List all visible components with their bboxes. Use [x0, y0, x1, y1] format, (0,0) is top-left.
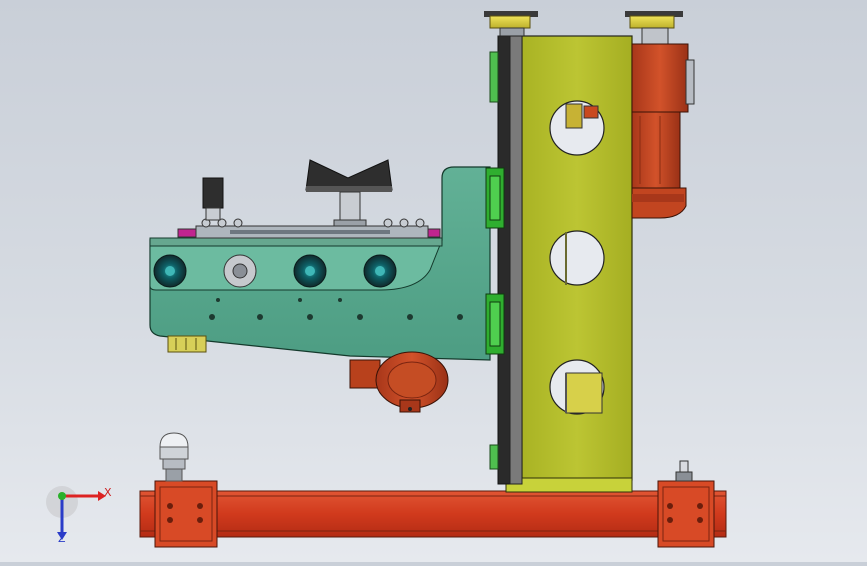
- vertical-column: [505, 35, 633, 493]
- column-linear-rail: [489, 35, 523, 485]
- clamp-cylinder: [202, 177, 224, 221]
- column-top-gear-right: [625, 11, 683, 45]
- dome-sensor: [159, 432, 189, 482]
- v-block-fixture: [305, 159, 393, 227]
- gear-motor: [631, 43, 695, 219]
- lift-motor: [349, 351, 449, 413]
- arm-bottom-bracket: [167, 335, 207, 353]
- base-beam: [139, 490, 727, 538]
- z-axis-label: Z: [58, 532, 66, 545]
- cantilever-arm: [149, 166, 491, 361]
- leveling-stud: [675, 460, 693, 482]
- cad-viewport[interactable]: X Z: [0, 0, 867, 562]
- right-foot-block: [657, 480, 715, 548]
- x-axis-label: X: [104, 486, 112, 499]
- left-foot-block: [154, 480, 218, 548]
- arm-top-plate: [177, 218, 441, 239]
- assembly-drawing: [139, 11, 727, 548]
- coordinate-triad-icon: X Z: [40, 480, 120, 550]
- column-top-gear-left: [484, 11, 538, 37]
